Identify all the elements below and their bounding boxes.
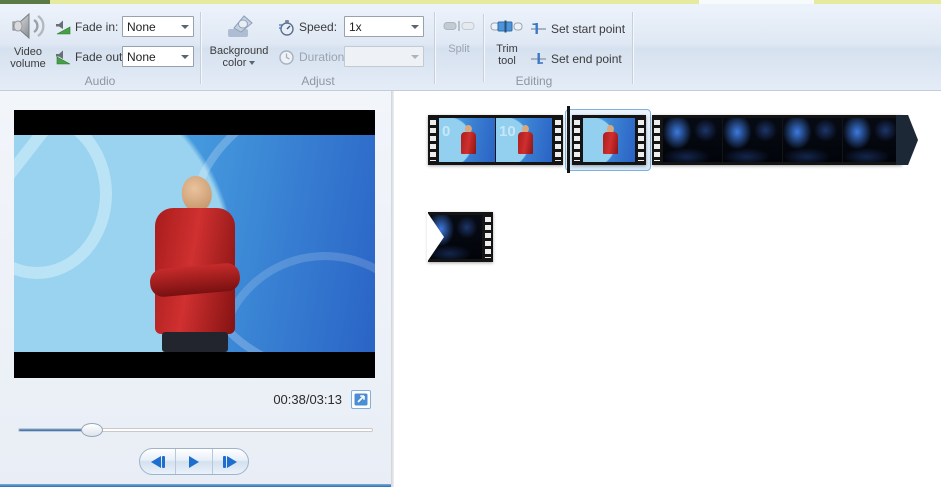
play-button[interactable] xyxy=(175,449,211,474)
clip-frame xyxy=(843,118,902,162)
video-preview xyxy=(14,110,375,378)
play-icon xyxy=(188,455,199,468)
clip-frame xyxy=(583,118,635,162)
fade-out-value: None xyxy=(127,49,156,64)
film-sprockets xyxy=(483,215,493,259)
duration-label: Duration: xyxy=(299,50,348,64)
ribbon-separator xyxy=(200,12,201,84)
storyboard-clip-3[interactable] xyxy=(652,115,902,165)
split-label: Split xyxy=(448,43,470,55)
ribbon-separator xyxy=(483,14,484,82)
adjust-group-label: Adjust xyxy=(301,74,335,88)
speed-value: 1x xyxy=(349,19,362,34)
preview-panel: 00:38/03:13 xyxy=(0,91,391,487)
storyboard-clip-2-selected[interactable] xyxy=(565,109,651,171)
presenter-figure xyxy=(14,135,375,352)
previous-frame-icon xyxy=(150,455,161,468)
clip-frame: 0 xyxy=(439,118,495,162)
chevron-down-icon xyxy=(411,24,419,29)
film-sprockets xyxy=(572,118,582,162)
set-end-point-icon xyxy=(530,51,547,67)
speed-stopwatch-icon xyxy=(278,19,295,36)
film-sprockets xyxy=(636,118,646,162)
duration-select xyxy=(344,46,424,67)
clip-frame xyxy=(663,118,722,162)
background-color-label: Background color xyxy=(209,45,269,69)
film-sprockets xyxy=(428,118,438,162)
transport-controls xyxy=(139,448,249,475)
frame-number: 10 xyxy=(499,123,516,140)
clip-frame: 10 xyxy=(496,118,552,162)
chevron-down-icon xyxy=(411,54,419,59)
duration-clock-icon xyxy=(278,49,295,65)
fade-out-select[interactable]: None xyxy=(122,46,194,67)
set-end-point-label: Set end point xyxy=(551,52,622,66)
fade-out-label: Fade out: xyxy=(75,50,126,64)
set-start-point-icon xyxy=(530,21,547,37)
fade-in-select[interactable]: None xyxy=(122,16,194,37)
clip-frame xyxy=(723,118,782,162)
fade-in-value: None xyxy=(127,19,156,34)
film-sprockets xyxy=(652,118,662,162)
clip-frame xyxy=(783,118,842,162)
split-icon xyxy=(443,20,475,35)
set-start-point-button[interactable]: Set start point xyxy=(530,18,625,40)
next-frame-button[interactable] xyxy=(211,449,248,474)
storyboard-clip-1[interactable]: 0 10 xyxy=(428,115,563,165)
playback-time: 00:38/03:13 xyxy=(273,392,342,407)
audio-group-label: Audio xyxy=(84,74,116,88)
ribbon-separator xyxy=(434,12,435,84)
chevron-down-icon xyxy=(249,61,256,66)
ribbon-separator xyxy=(632,12,633,84)
storyboard-playhead[interactable] xyxy=(567,106,570,173)
trim-tool-icon xyxy=(490,20,524,36)
frame-number: 0 xyxy=(442,123,451,140)
chevron-down-icon xyxy=(181,54,189,59)
speaker-icon xyxy=(10,11,46,44)
set-start-point-label: Set start point xyxy=(551,22,626,36)
movie-maker-window: Video volume Fade in: None Fade out: Non… xyxy=(0,0,941,487)
video-volume-label: Video volume xyxy=(10,46,46,70)
seek-bar[interactable] xyxy=(18,423,373,437)
fade-in-icon xyxy=(55,19,72,35)
trim-tool-label: Trim tool xyxy=(496,43,518,67)
chevron-down-icon xyxy=(181,24,189,29)
fade-in-label: Fade in: xyxy=(75,20,119,34)
next-frame-icon xyxy=(227,455,238,468)
film-sprockets xyxy=(553,118,563,162)
ribbon: Video volume Fade in: None Fade out: Non… xyxy=(0,4,941,91)
seek-thumb[interactable] xyxy=(81,423,103,437)
fullscreen-button[interactable] xyxy=(351,390,371,409)
set-end-point-button[interactable]: Set end point xyxy=(530,48,622,70)
seek-fill xyxy=(19,429,87,431)
paint-bucket-icon xyxy=(222,12,256,43)
video-scene xyxy=(14,135,375,352)
speed-select[interactable]: 1x xyxy=(344,16,424,37)
expand-arrow-icon xyxy=(354,393,368,406)
editing-group-label: Editing xyxy=(515,74,553,88)
previous-frame-button[interactable] xyxy=(140,449,175,474)
fade-out-icon xyxy=(55,49,72,65)
storyboard-clip-3-continued[interactable] xyxy=(427,212,493,262)
speed-label: Speed: xyxy=(299,20,338,34)
